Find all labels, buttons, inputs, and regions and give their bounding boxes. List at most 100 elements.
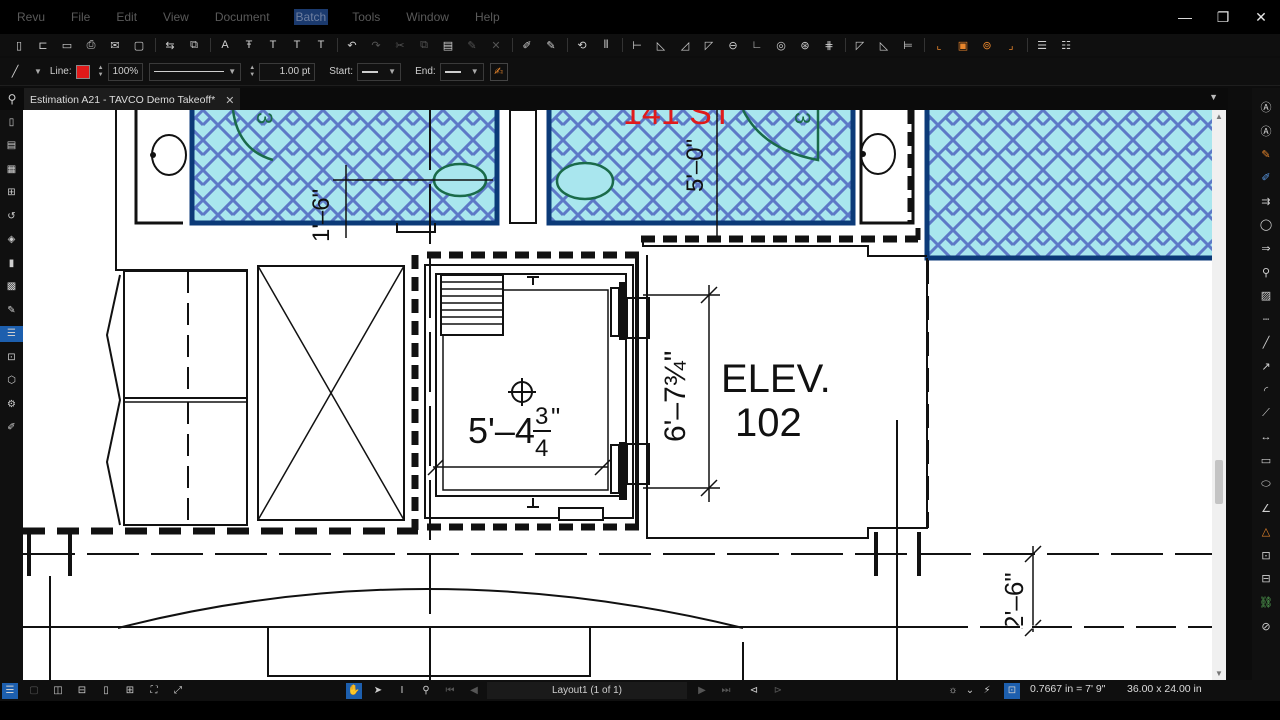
measure-angle-icon[interactable]: ∟ — [748, 36, 766, 54]
scroll-down-icon[interactable]: ▼ — [1215, 669, 1223, 678]
menu-revu[interactable]: Revu — [15, 9, 47, 25]
polyline-icon[interactable]: ⟋ — [1257, 405, 1275, 423]
polygon-icon[interactable]: △ — [1257, 523, 1275, 541]
save-icon[interactable]: ▭ — [58, 36, 76, 54]
arrow-icon[interactable]: ↗ — [1257, 358, 1275, 376]
measure-volume-icon[interactable]: ⊛ — [796, 36, 814, 54]
tab-list-chevron-icon[interactable]: ▼ — [1209, 92, 1218, 102]
text-icon[interactable]: T — [264, 36, 282, 54]
measure-radius-icon[interactable]: ◎ — [772, 36, 790, 54]
thumbnails-icon[interactable]: ▯ — [4, 114, 20, 130]
menu-document[interactable]: Document — [213, 9, 272, 25]
arrow-list-icon[interactable]: ⇒ — [1257, 240, 1275, 258]
select-text-icon[interactable]: A — [216, 36, 234, 54]
back-view-icon[interactable]: ⊲ — [746, 683, 762, 699]
menu-window[interactable]: Window — [404, 9, 451, 25]
sync-icon[interactable]: ⊞ — [122, 683, 138, 699]
line-width-field[interactable]: 1.00 pt — [259, 62, 316, 81]
next-page-icon[interactable]: ▶ — [694, 683, 710, 699]
highlighter-icon[interactable]: ✎ — [1257, 145, 1275, 163]
last-page-icon[interactable]: ⏭ — [718, 683, 734, 699]
copy-icon[interactable]: ⧉ — [415, 36, 433, 54]
print-icon[interactable]: ⎙ — [82, 36, 100, 54]
attachment-icon[interactable]: ⊘ — [1257, 617, 1275, 635]
restore-button[interactable]: ❐ — [1204, 0, 1242, 34]
bookmarks-icon[interactable]: ▤ — [4, 138, 20, 154]
redo-icon[interactable]: ↷ — [367, 36, 385, 54]
measurements-icon[interactable]: ⬡ — [4, 373, 20, 389]
properties-icon[interactable]: ☰ — [1033, 36, 1051, 54]
split-horizontal-icon[interactable]: ⊟ — [74, 683, 90, 699]
underline-text-icon[interactable]: T — [288, 36, 306, 54]
overlay-icon[interactable]: ⧉ — [185, 36, 203, 54]
cutout-icon[interactable]: ◺ — [875, 36, 893, 54]
zoom-tool-icon[interactable]: ⚲ — [418, 683, 434, 699]
new-file-icon[interactable]: ▯ — [10, 36, 28, 54]
signatures-icon[interactable]: ▩ — [4, 279, 20, 295]
format-painter-icon[interactable]: ✎ — [463, 36, 481, 54]
single-page-icon[interactable]: ▢ — [26, 683, 42, 699]
chevron-down-icon[interactable]: ⌄ — [962, 683, 978, 699]
line-style-select[interactable]: ▼ — [149, 62, 242, 81]
settings-icon[interactable]: ⚙ — [4, 396, 20, 412]
page-setup-icon[interactable]: ▢ — [130, 36, 148, 54]
document-icon[interactable]: ▮ — [4, 255, 20, 271]
measure-scale-icon[interactable]: ⊡ — [1004, 682, 1020, 699]
paste-icon[interactable]: ▤ — [439, 36, 457, 54]
snap-settings-icon[interactable]: ⚡ — [979, 683, 995, 699]
ellipse-icon[interactable]: ⬭ — [1257, 476, 1275, 494]
opacity-field[interactable]: 100% — [107, 62, 144, 81]
start-arrow-select[interactable]: ▼ — [357, 62, 402, 81]
tab-document[interactable]: Estimation A21 - TAVCO Demo Takeoff* ✕ — [24, 88, 241, 110]
calibrate-icon[interactable]: ◸ — [851, 36, 869, 54]
brightness-icon[interactable]: ☼ — [945, 683, 961, 699]
rectangle-icon[interactable]: ▭ — [1257, 452, 1275, 470]
layers-icon[interactable]: ◈ — [4, 232, 20, 248]
cut-icon[interactable]: ✂ — [391, 36, 409, 54]
split-icon[interactable]: ⫴ — [597, 36, 615, 54]
strike-text-icon[interactable]: T — [312, 36, 330, 54]
markups-list-icon[interactable]: ☰ — [0, 325, 23, 342]
page-view-icon[interactable]: ▯ — [98, 683, 114, 699]
markup-pen-icon[interactable]: ✐ — [518, 36, 536, 54]
end-arrow-select[interactable]: ▼ — [439, 62, 484, 81]
menu-file[interactable]: File — [69, 9, 92, 25]
text-cursor-icon[interactable]: Ŧ — [240, 36, 258, 54]
measure-area-icon[interactable]: ◺ — [652, 36, 670, 54]
dimension-icon[interactable]: ⊨ — [899, 36, 917, 54]
minimize-button[interactable]: — — [1166, 0, 1204, 34]
line-color-swatch[interactable] — [75, 64, 90, 79]
undo-icon[interactable]: ↶ — [343, 36, 361, 54]
email-icon[interactable]: ✉ — [106, 36, 124, 54]
search-icon[interactable]: ⚲ — [0, 92, 24, 106]
select-text-tool-icon[interactable]: Ⅰ — [394, 683, 410, 699]
callout-icon[interactable]: Ⓐ — [1257, 122, 1275, 140]
first-page-icon[interactable]: ⏮ — [442, 683, 458, 699]
measure-count-icon[interactable]: ⋕ — [820, 36, 838, 54]
delete-icon[interactable]: ✕ — [487, 36, 505, 54]
vertical-scrollbar[interactable]: ▲ ▼ — [1212, 110, 1226, 680]
menu-tools[interactable]: Tools — [350, 9, 382, 25]
content-snap-icon[interactable]: ⊚ — [978, 36, 996, 54]
measure-perimeter-icon[interactable]: ◸ — [700, 36, 718, 54]
measure-polylength-icon[interactable]: ◿ — [676, 36, 694, 54]
menu-help[interactable]: Help — [473, 9, 502, 25]
spaces-icon[interactable]: ⊡ — [4, 349, 20, 365]
line-tool-icon[interactable]: ╱ — [6, 63, 24, 81]
pen-icon[interactable]: ✐ — [1257, 169, 1275, 187]
grid-snap-icon[interactable]: ▣ — [954, 36, 972, 54]
compare-icon[interactable]: ⇆ — [161, 36, 179, 54]
style-painter-icon[interactable]: ✍ — [489, 62, 508, 81]
image-icon[interactable]: ▨ — [1257, 287, 1275, 305]
menu-batch[interactable]: Batch — [293, 9, 329, 25]
expand-icon[interactable]: ⤢ — [170, 683, 186, 699]
snap-icon[interactable]: ⌞ — [930, 36, 948, 54]
split-vertical-icon[interactable]: ◫ — [50, 683, 66, 699]
markup-list-toggle-icon[interactable]: ☰ — [2, 682, 18, 699]
hyperlink-icon[interactable]: ⛓ — [1257, 593, 1275, 611]
scroll-up-icon[interactable]: ▲ — [1215, 112, 1223, 121]
measure-length-icon[interactable]: ⊢ — [628, 36, 646, 54]
arc-icon[interactable]: ◜ — [1257, 381, 1275, 399]
line-width-stepper[interactable]: ▲ ▼ — [247, 63, 257, 81]
close-tab-icon[interactable]: ✕ — [225, 94, 234, 107]
